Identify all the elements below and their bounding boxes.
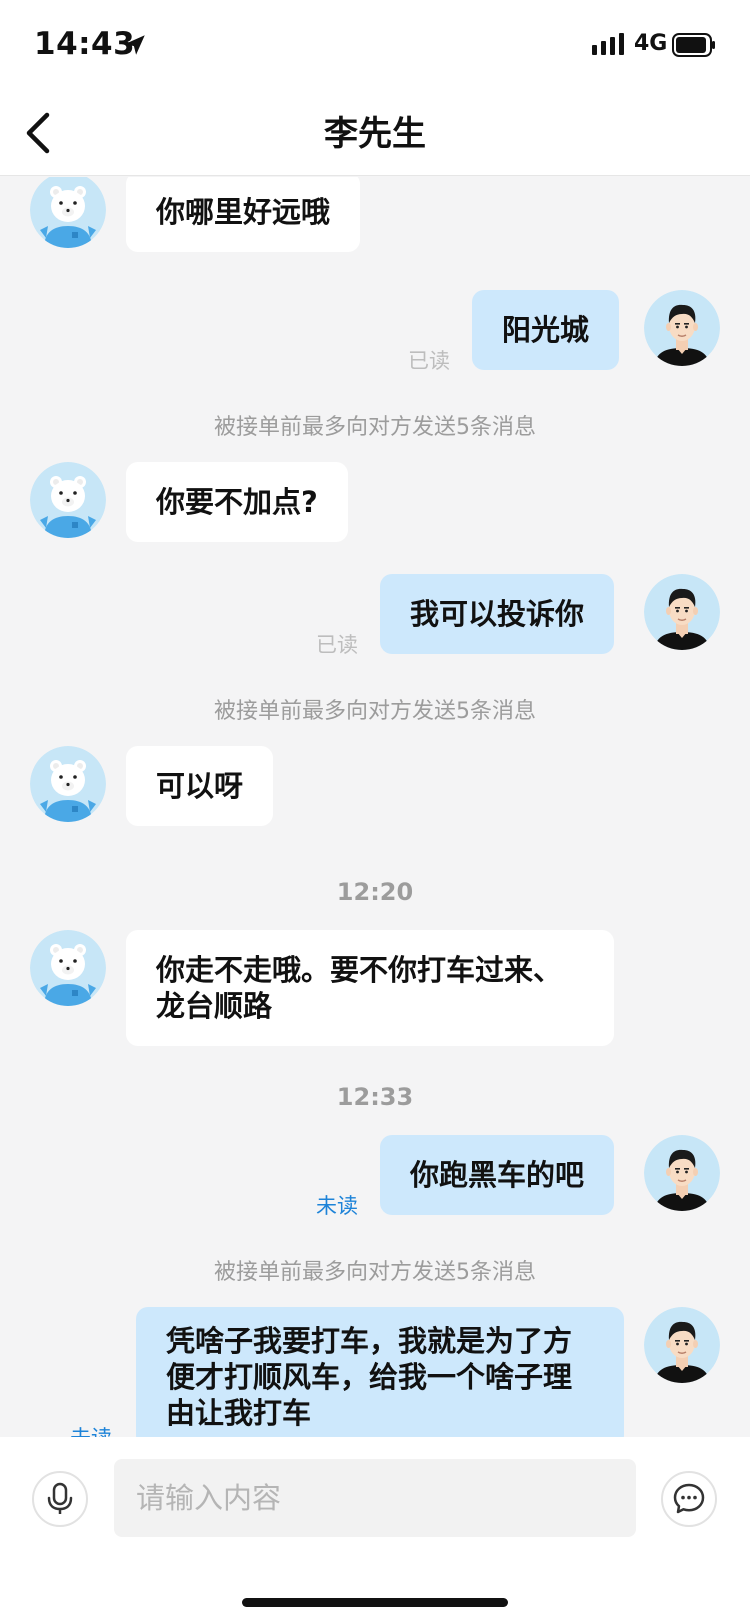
message-input[interactable] xyxy=(114,1459,636,1537)
voice-input-button[interactable] xyxy=(32,1471,88,1527)
message-bubble[interactable]: 凭啥子我要打车，我就是为了方便才打顺风车，给我一个啥子理由让我打车 xyxy=(136,1307,624,1437)
page-title: 李先生 xyxy=(324,114,426,154)
input-bar xyxy=(0,1437,750,1624)
message-bubble[interactable]: 可以呀 xyxy=(126,746,274,826)
chat-bubble-icon xyxy=(673,1483,705,1514)
system-note: 被接单前最多向对方发送5条消息 xyxy=(214,1260,536,1285)
avatar[interactable] xyxy=(644,290,720,366)
message-bubble[interactable]: 你哪里好远哦 xyxy=(126,177,361,252)
read-status: 未读 xyxy=(70,1422,112,1437)
location-arrow-icon xyxy=(125,35,145,55)
timestamp-separator: 12:33 xyxy=(336,1083,414,1111)
battery-icon xyxy=(672,33,715,57)
avatar[interactable] xyxy=(30,746,106,822)
timestamp-separator: 12:20 xyxy=(336,878,414,906)
network-type: 4G xyxy=(634,31,668,56)
avatar[interactable] xyxy=(644,1307,720,1383)
avatar[interactable] xyxy=(644,574,720,650)
avatar[interactable] xyxy=(30,462,106,538)
read-status: 未读 xyxy=(316,1194,358,1218)
more-actions-button[interactable] xyxy=(661,1471,717,1527)
message-bubble[interactable]: 阳光城 xyxy=(472,290,620,370)
system-note: 被接单前最多向对方发送5条消息 xyxy=(214,699,536,724)
avatar[interactable] xyxy=(30,930,106,1006)
system-note: 被接单前最多向对方发送5条消息 xyxy=(214,415,536,440)
message-bubble[interactable]: 你跑黑车的吧 xyxy=(380,1135,615,1215)
nav-bar: 李先生 xyxy=(0,90,750,176)
status-bar: 14:43 4G xyxy=(0,0,750,90)
chat-message-list[interactable]: 你哪里好远哦 阳光城 已读 被接单前最多向对方发送5条消息 你要不加点? 我可以… xyxy=(0,177,750,1437)
message-bubble[interactable]: 你要不加点? xyxy=(126,462,348,542)
microphone-icon xyxy=(47,1482,73,1514)
signal-icon xyxy=(592,33,624,55)
home-indicator[interactable] xyxy=(242,1598,508,1607)
read-status: 已读 xyxy=(316,633,358,657)
status-time: 14:43 xyxy=(34,26,136,62)
message-bubble[interactable]: 你走不走哦。要不你打车过来、龙台顺路 xyxy=(126,930,614,1046)
message-bubble[interactable]: 我可以投诉你 xyxy=(380,574,615,654)
avatar[interactable] xyxy=(644,1135,720,1211)
read-status: 已读 xyxy=(408,349,450,373)
avatar[interactable] xyxy=(30,177,106,248)
